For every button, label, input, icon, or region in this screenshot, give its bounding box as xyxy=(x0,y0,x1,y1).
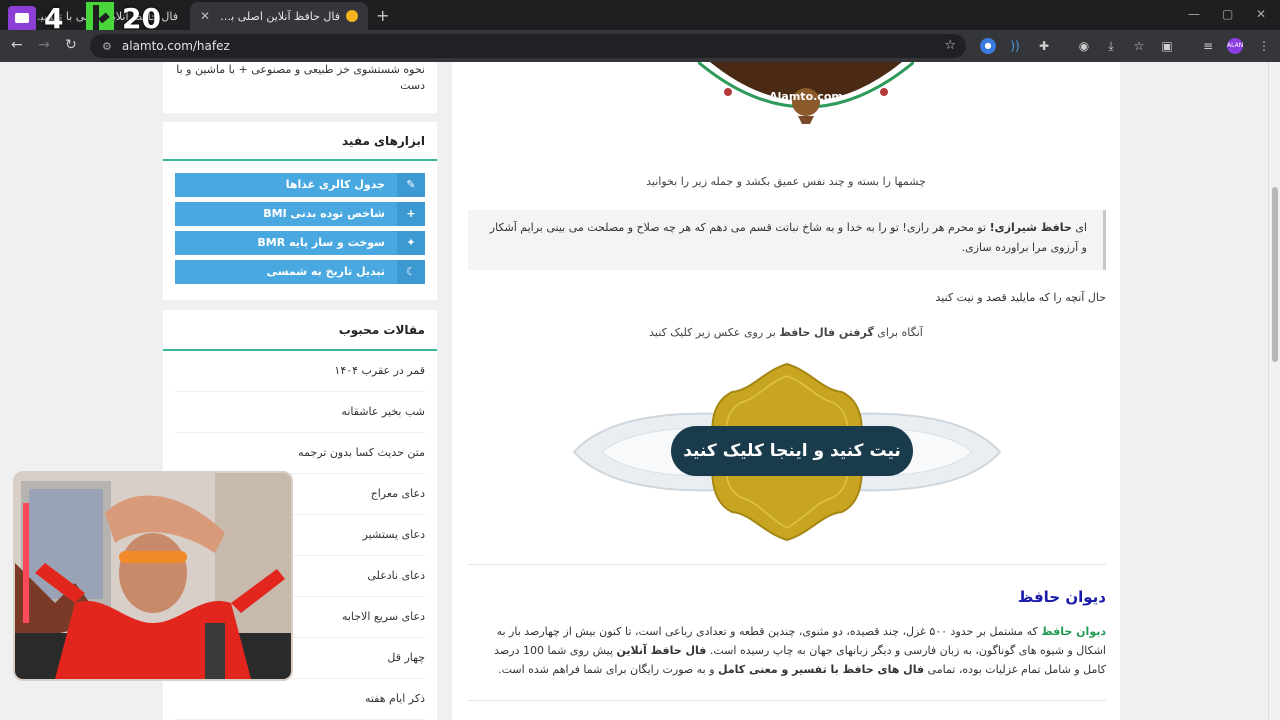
new-tab-button[interactable]: + xyxy=(376,6,389,25)
pencil-icon: ✎ xyxy=(397,173,425,197)
click-bold: گرفتن فال حافظ xyxy=(779,326,874,339)
back-arrow-icon[interactable]: ← xyxy=(11,37,23,53)
list-item[interactable]: شب بخیر عاشقانه xyxy=(175,392,425,433)
click-instruction: آنگاه برای گرفتن فال حافظ بر روی عکس زیر… xyxy=(452,326,1120,339)
divan-bold-1: فال حافظ آنلاین xyxy=(616,644,707,657)
click-suffix: بر روی عکس زیر کلیک کنید xyxy=(649,326,780,339)
moon-icon: ☾ xyxy=(397,260,425,284)
useful-tools-title: ابزارهای مفید xyxy=(163,122,437,161)
tab-search-icon[interactable]: ▣ xyxy=(1159,38,1175,54)
divider xyxy=(468,700,1106,701)
scrollbar-thumb[interactable] xyxy=(1272,187,1278,362)
page-scrollbar[interactable] xyxy=(1268,62,1280,720)
site-info-icon[interactable]: ⚙ xyxy=(102,40,112,53)
divan-text-3: و به صورت رایگان برای شما فراهم شده است. xyxy=(498,663,718,676)
tool-label: جدول کالری غذاها xyxy=(285,178,385,191)
invocation-quote: ای حافظ شیرازی! تو محرم هر رازی! تو را ب… xyxy=(468,210,1106,270)
plus-icon: + xyxy=(397,202,425,226)
divan-paragraph: دیوان حافظ که مشتمل بر حدود ۵۰۰ غزل، چند… xyxy=(468,622,1106,679)
profile-avatar[interactable]: ALAN xyxy=(1227,38,1243,54)
list-item[interactable]: قمر در عقرب ۱۴۰۴ xyxy=(175,351,425,392)
minimize-icon[interactable]: — xyxy=(1188,7,1200,21)
tool-label: سوخت و ساز پایه BMR xyxy=(257,236,385,249)
tool-bmi-button[interactable]: + شاخص توده بدنی BMI xyxy=(175,202,425,226)
divider xyxy=(468,564,1106,565)
top-card-link[interactable]: نحوه شستشوی خز طبیعی و مصنوعی + با ماشین… xyxy=(176,63,425,92)
top-card: نحوه شستشوی خز طبیعی و مصنوعی + با ماشین… xyxy=(163,62,437,113)
fal-banner-button[interactable]: نیت کنید و اینجا کلیک کنید xyxy=(671,426,913,476)
divan-bold-2: فال های حافظ با تفسیر و معنی کامل xyxy=(718,663,925,676)
hafez-ornament-image: Alamto.com xyxy=(698,62,914,124)
quote-bold: حافظ شیرازی! xyxy=(989,221,1072,234)
site-favicon-icon xyxy=(346,10,358,22)
tool-label: تبدیل تاریخ به شمسی xyxy=(266,265,385,278)
menu-kebab-icon[interactable]: ⋮ xyxy=(1256,38,1272,54)
tab-strip: فال حافظ آنلاین اصلی با تفسیر و تعبیر ✕ … xyxy=(0,0,1280,30)
read-aloud-icon[interactable]: )) xyxy=(1007,38,1023,54)
divan-heading: دیوان حافظ xyxy=(1017,588,1106,606)
url-text: alamto.com/hafez xyxy=(121,39,230,53)
webcam-overlay xyxy=(13,471,293,681)
popular-articles-title: مقالات محبوب xyxy=(163,310,437,351)
click-prefix: آنگاه برای xyxy=(873,326,923,339)
tool-bmr-button[interactable]: ✦ سوخت و ساز پایه BMR xyxy=(175,231,425,255)
address-bar[interactable]: ⚙ alamto.com/hafez ☆ xyxy=(90,34,966,58)
forward-arrow-icon[interactable]: → xyxy=(38,37,50,53)
incognito-icon[interactable]: ◉ xyxy=(1076,38,1092,54)
reload-icon[interactable]: ↻ xyxy=(65,37,77,53)
extensions-puzzle-icon[interactable]: ✚ xyxy=(1036,38,1052,54)
media-control-icon[interactable]: ≡ xyxy=(1200,38,1216,54)
main-content: Alamto.com چشمها را بسته و چند نفس عمیق … xyxy=(452,62,1120,720)
close-icon[interactable]: ✕ xyxy=(200,9,210,23)
tool-date-converter-button[interactable]: ☾ تبدیل تاریخ به شمسی xyxy=(175,260,425,284)
tool-label: شاخص توده بدنی BMI xyxy=(263,207,385,220)
vpn-extension-icon[interactable]: ● xyxy=(980,38,996,54)
favorites-icon[interactable]: ☆ xyxy=(1131,38,1147,54)
sparkle-icon: ✦ xyxy=(397,231,425,255)
list-item[interactable]: متن حدیث کسا بدون ترجمه xyxy=(175,433,425,474)
download-icon[interactable]: ⤓ xyxy=(1103,38,1119,54)
window-close-icon[interactable]: ✕ xyxy=(1256,7,1266,21)
instruction-text: چشمها را بسته و چند نفس عمیق بکشد و جمله… xyxy=(646,175,926,188)
watermark-text: Alamto.com xyxy=(769,90,843,103)
browser-toolbar: ← → ↻ ⚙ alamto.com/hafez ☆ ● )) ✚ ◉ ⤓ ☆ … xyxy=(0,30,1280,62)
streamer-video-image xyxy=(15,473,291,679)
bookmark-star-icon[interactable]: ☆ xyxy=(944,38,956,53)
list-item[interactable]: ذکر ایام هفته xyxy=(175,679,425,720)
tab-title: فال حافظ آنلاین اصلی با تفسیر و تع... xyxy=(218,9,340,23)
tab-active[interactable]: فال حافظ آنلاین اصلی با تفسیر و تع... ✕ xyxy=(190,2,368,30)
maximize-icon[interactable]: ▢ xyxy=(1222,7,1233,21)
twitch-logo-icon xyxy=(8,6,36,32)
tool-calorie-table-button[interactable]: ✎ جدول کالری غذاها xyxy=(175,173,425,197)
divan-link[interactable]: دیوان حافظ xyxy=(1041,625,1106,638)
quote-prefix: ای xyxy=(1071,221,1087,234)
useful-tools-card: ابزارهای مفید ✎ جدول کالری غذاها + شاخص … xyxy=(163,122,437,300)
intent-text: حال آنچه را که مایلید قصد و نیت کنید xyxy=(935,291,1107,304)
